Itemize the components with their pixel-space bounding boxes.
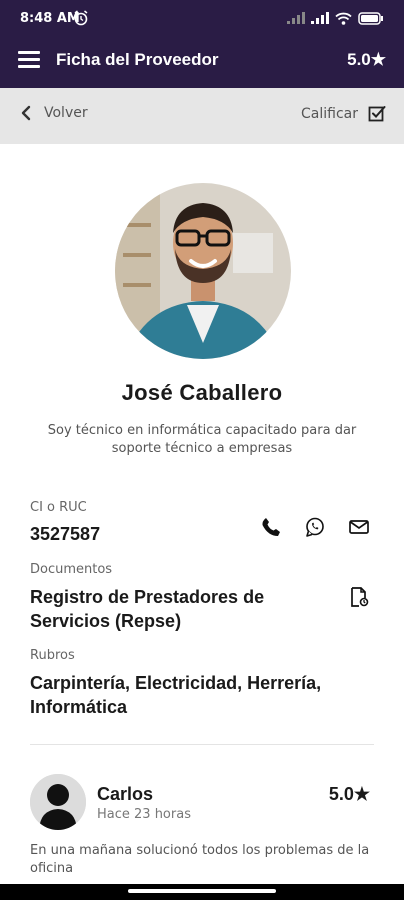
- home-gesture-bar[interactable]: [128, 889, 276, 893]
- divider: [30, 744, 374, 745]
- ci-label: CI o RUC: [30, 500, 87, 515]
- review-rating: 5.0★: [328, 784, 370, 804]
- document-icon[interactable]: [348, 586, 370, 608]
- signal-icon: [287, 12, 305, 24]
- battery-icon: [358, 11, 383, 25]
- documents-label: Documentos: [30, 562, 113, 577]
- provider-rating: 5.0★: [347, 50, 386, 69]
- system-nav-bar: [0, 884, 404, 900]
- menu-icon[interactable]: [18, 51, 40, 71]
- back-button[interactable]: Volver: [20, 105, 88, 121]
- signal-icon: [311, 12, 329, 24]
- wifi-icon: [335, 12, 352, 25]
- alarm-icon: [74, 10, 88, 26]
- rubros-value: Carpintería, Electricidad, Herrería, Inf…: [30, 673, 322, 717]
- app-bar: Ficha del Proveedor 5.0★: [0, 36, 404, 88]
- ci-value: 3527587: [30, 524, 101, 544]
- mail-icon[interactable]: [348, 516, 370, 538]
- back-label: Volver: [44, 105, 88, 121]
- reviewer-name: Carlos: [97, 784, 154, 804]
- phone-icon[interactable]: [260, 516, 282, 538]
- page-title: Ficha del Proveedor: [56, 50, 219, 69]
- reviewer-avatar: [30, 774, 86, 830]
- rate-label: Calificar: [301, 106, 358, 122]
- provider-bio: Soy técnico en informática capacitado pa…: [47, 423, 357, 456]
- status-time: 8:48 AM: [20, 11, 80, 26]
- provider-name: José Caballero: [121, 380, 283, 405]
- rate-button[interactable]: Calificar: [301, 105, 386, 123]
- rubros-label: Rubros: [30, 648, 75, 663]
- documents-value: Registro de Prestadores de Servicios (Re…: [30, 587, 265, 631]
- checkbox-icon: [368, 106, 386, 122]
- profile-photo: [115, 183, 291, 359]
- contact-actions: [260, 516, 370, 538]
- back-arrow-icon: [21, 105, 31, 121]
- action-bar: Volver Calificar: [0, 88, 404, 144]
- whatsapp-icon[interactable]: [304, 516, 326, 538]
- system-icons: [287, 11, 384, 25]
- review-time: Hace 23 horas: [97, 807, 191, 822]
- status-bar: 8:48 AM: [0, 0, 404, 36]
- review-text: En una mañana solucionó todos los proble…: [30, 843, 370, 876]
